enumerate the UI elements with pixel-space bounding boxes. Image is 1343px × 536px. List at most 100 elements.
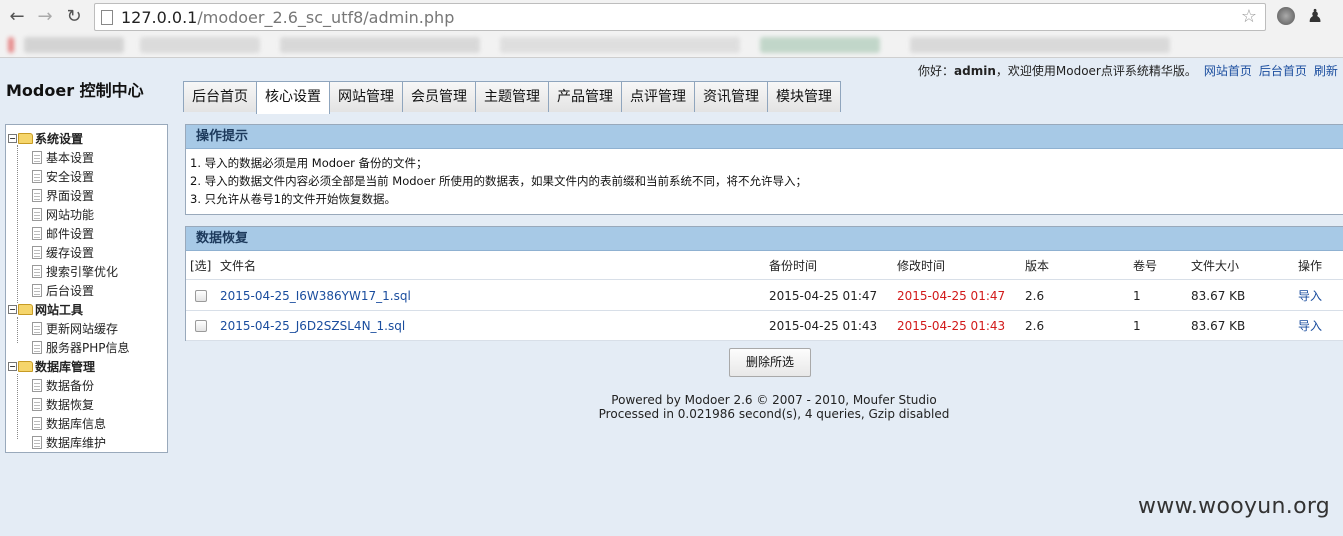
backup-time: 2015-04-25 01:43: [769, 319, 878, 333]
footer-powered-by: Powered by Modoer 2.6 © 2007 - 2010, Mou…: [611, 393, 937, 407]
select-all-link[interactable]: [选]: [190, 252, 211, 280]
admin-header: Modoer 控制中心 你好：admin，欢迎使用Modoer点评系统精华版。网…: [0, 58, 1343, 114]
footer: Powered by Modoer 2.6 © 2007 - 2010, Mou…: [518, 393, 1030, 421]
sidebar-item-site-functions[interactable]: 网站功能: [32, 205, 94, 224]
col-filename: 文件名: [220, 259, 257, 273]
sidebar-item-seo[interactable]: 搜索引擎优化: [32, 262, 118, 281]
import-link[interactable]: 导入: [1298, 311, 1322, 341]
document-icon: [32, 436, 42, 449]
link-site-home[interactable]: 网站首页: [1204, 64, 1252, 78]
welcome-suffix: ，欢迎使用Modoer点评系统精华版。: [995, 64, 1197, 78]
document-icon: [32, 379, 42, 392]
username: admin: [954, 64, 996, 78]
tab-subject-management[interactable]: 主题管理: [475, 81, 549, 112]
link-admin-home[interactable]: 后台首页: [1259, 64, 1307, 78]
footer-processed-info: Processed in 0.021986 second(s), 4 queri…: [598, 407, 950, 421]
tips-list: 1. 导入的数据必须是用 Modoer 备份的文件； 2. 导入的数据文件内容必…: [186, 149, 1343, 208]
extension-globe-icon[interactable]: [1277, 7, 1295, 25]
document-icon: [32, 227, 42, 240]
folder-icon: [18, 304, 33, 315]
sidebar-group-database-management[interactable]: − 数据库管理: [8, 357, 95, 376]
tab-product-management[interactable]: 产品管理: [548, 81, 622, 112]
sidebar-item-admin-settings[interactable]: 后台设置: [32, 281, 94, 300]
browser-chrome: ← → ↻ 127.0.0.1/modoer_2.6_sc_utf8/admin…: [0, 0, 1343, 58]
collapse-icon[interactable]: −: [8, 134, 17, 143]
document-icon: [32, 284, 42, 297]
sidebar-item-database-maintenance[interactable]: 数据库维护: [32, 433, 106, 452]
address-bar[interactable]: 127.0.0.1/modoer_2.6_sc_utf8/admin.php ☆: [94, 3, 1266, 31]
volume: 1: [1133, 319, 1141, 333]
tab-news-management[interactable]: 资讯管理: [694, 81, 768, 112]
col-version: 版本: [1025, 259, 1050, 273]
sidebar-group-site-tools[interactable]: − 网站工具: [8, 300, 83, 319]
file-link[interactable]: 2015-04-25_I6W386YW17_1.sql: [220, 281, 411, 311]
backup-time: 2015-04-25 01:47: [769, 289, 878, 303]
watermark: www.wooyun.org: [1138, 494, 1331, 519]
restore-panel-title: 数据恢复: [186, 227, 1343, 251]
tips-panel: 操作提示 1. 导入的数据必须是用 Modoer 备份的文件； 2. 导入的数据…: [185, 124, 1343, 215]
table-row: 2015-04-25_J6D2SZSL4N_1.sql 2015-04-25 0…: [186, 311, 1343, 341]
table-row: 2015-04-25_I6W386YW17_1.sql 2015-04-25 0…: [186, 281, 1343, 311]
tab-module-management[interactable]: 模块管理: [767, 81, 841, 112]
sidebar-item-basic-settings[interactable]: 基本设置: [32, 148, 94, 167]
sidebar-tree: − 系统设置 基本设置 安全设置 界面设置 网站功能 邮件设置 缓存设置 搜索引擎…: [5, 124, 168, 453]
document-icon: [32, 208, 42, 221]
sidebar-item-data-backup[interactable]: 数据备份: [32, 376, 94, 395]
extension-chess-icon[interactable]: ♟: [1307, 6, 1323, 27]
file-size: 83.67 KB: [1191, 289, 1246, 303]
main-tabs: 后台首页 核心设置 网站管理 会员管理 主题管理 产品管理 点评管理 资讯管理 …: [183, 81, 841, 114]
sidebar-item-database-info[interactable]: 数据库信息: [32, 414, 106, 433]
back-arrow-icon[interactable]: ←: [6, 6, 28, 28]
restore-panel: 数据恢复 [选] 文件名 备份时间 修改时间 版本 卷号 文件大小 操作 201…: [185, 226, 1343, 341]
folder-icon: [18, 133, 33, 144]
document-icon: [32, 322, 42, 335]
bookmark-star-icon[interactable]: ☆: [1241, 6, 1257, 27]
col-backup-time: 备份时间: [769, 259, 818, 273]
row-checkbox[interactable]: [195, 320, 207, 332]
tab-review-management[interactable]: 点评管理: [621, 81, 695, 112]
tab-site-management[interactable]: 网站管理: [329, 81, 403, 112]
bookmarks-bar: [0, 34, 1343, 56]
tab-member-management[interactable]: 会员管理: [402, 81, 476, 112]
delete-selected-button[interactable]: 删除所选: [729, 348, 811, 377]
tip-line: 1. 导入的数据必须是用 Modoer 备份的文件；: [190, 156, 428, 170]
sidebar-item-update-cache[interactable]: 更新网站缓存: [32, 319, 118, 338]
col-modified-time: 修改时间: [897, 259, 946, 273]
collapse-icon[interactable]: −: [8, 362, 17, 371]
tab-admin-home[interactable]: 后台首页: [183, 81, 257, 112]
version: 2.6: [1025, 319, 1045, 333]
sidebar-item-php-info[interactable]: 服务器PHP信息: [32, 338, 130, 357]
url-text[interactable]: 127.0.0.1/modoer_2.6_sc_utf8/admin.php: [121, 8, 454, 27]
document-icon: [32, 417, 42, 430]
document-icon: [32, 265, 42, 278]
link-refresh[interactable]: 刷新: [1314, 64, 1338, 78]
brand-title: Modoer 控制中心: [6, 81, 144, 100]
folder-icon: [18, 361, 33, 372]
welcome-bar: 你好：admin，欢迎使用Modoer点评系统精华版。网站首页后台首页刷新退: [918, 62, 1343, 79]
sidebar-group-system-settings[interactable]: − 系统设置: [8, 129, 83, 148]
sidebar-item-cache-settings[interactable]: 缓存设置: [32, 243, 94, 262]
sidebar-item-data-restore[interactable]: 数据恢复: [32, 395, 94, 414]
tip-line: 2. 导入的数据文件内容必须全部是当前 Modoer 所使用的数据表，如果文件内…: [190, 174, 808, 188]
document-icon: [32, 398, 42, 411]
document-icon: [32, 189, 42, 202]
modified-time: 2015-04-25 01:47: [897, 289, 1006, 303]
file-link[interactable]: 2015-04-25_J6D2SZSL4N_1.sql: [220, 311, 405, 341]
welcome-prefix: 你好：: [918, 64, 955, 78]
import-link[interactable]: 导入: [1298, 281, 1322, 311]
tab-core-settings[interactable]: 核心设置: [256, 81, 330, 114]
sidebar-item-security-settings[interactable]: 安全设置: [32, 167, 94, 186]
table-header: [选] 文件名 备份时间 修改时间 版本 卷号 文件大小 操作: [186, 252, 1343, 280]
col-action: 操作: [1298, 259, 1323, 273]
document-icon: [32, 341, 42, 354]
sidebar-item-mail-settings[interactable]: 邮件设置: [32, 224, 94, 243]
reload-icon[interactable]: ↻: [63, 6, 85, 28]
volume: 1: [1133, 289, 1141, 303]
col-size: 文件大小: [1191, 259, 1240, 273]
tips-panel-title: 操作提示: [186, 125, 1343, 149]
forward-arrow-icon[interactable]: →: [34, 6, 56, 28]
collapse-icon[interactable]: −: [8, 305, 17, 314]
page-icon: [101, 10, 113, 25]
sidebar-item-interface-settings[interactable]: 界面设置: [32, 186, 94, 205]
row-checkbox[interactable]: [195, 290, 207, 302]
